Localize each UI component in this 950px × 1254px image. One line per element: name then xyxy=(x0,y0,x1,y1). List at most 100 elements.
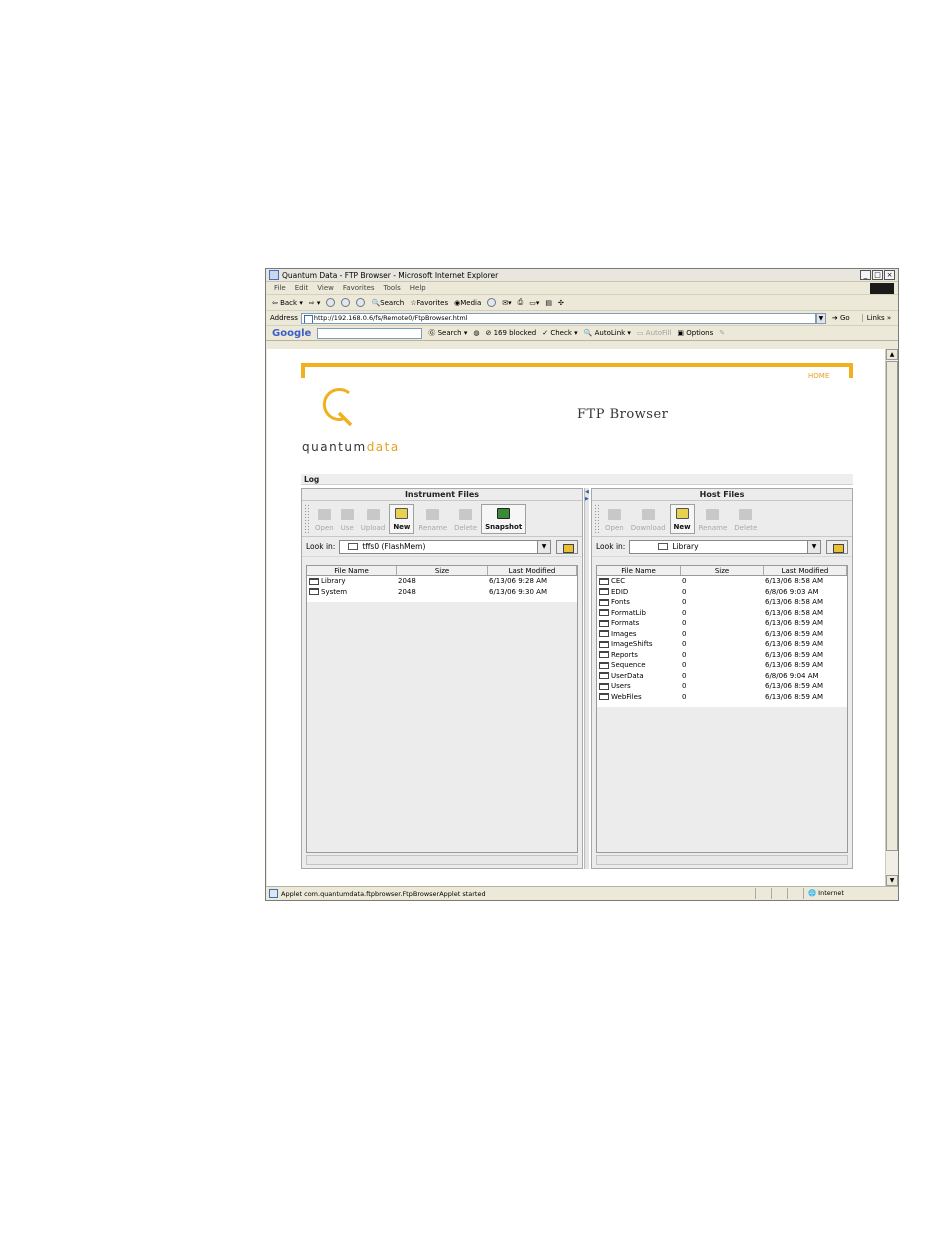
history-icon[interactable] xyxy=(487,298,497,307)
table-row[interactable]: UserData 0 6/8/06 9:04 AM xyxy=(597,671,847,682)
discuss-icon[interactable]: ▤ xyxy=(545,299,552,307)
toolbar-grip[interactable] xyxy=(304,504,309,534)
table-row[interactable]: System 2048 6/13/06 9:30 AM xyxy=(307,587,577,598)
forward-icon[interactable]: ⇨ ▾ xyxy=(309,299,321,307)
table-row[interactable]: Library 2048 6/13/06 9:28 AM xyxy=(307,576,577,587)
favorites-label: Favorites xyxy=(416,298,449,307)
pencil-icon[interactable]: ✎ xyxy=(719,329,725,337)
go-button[interactable]: ➔ Go xyxy=(832,314,850,322)
instrument-up-folder-button[interactable] xyxy=(556,539,578,554)
instrument-horizontal-scrollbar[interactable] xyxy=(306,855,578,865)
folder-icon xyxy=(309,577,319,585)
links-button[interactable]: Links » xyxy=(861,314,891,322)
media-button[interactable]: ◉Media xyxy=(454,299,481,307)
host-open-button[interactable]: Open xyxy=(602,504,627,534)
scroll-up-icon[interactable]: ▲ xyxy=(886,349,898,360)
spell-check-button[interactable]: ✓ Check ▾ xyxy=(542,329,577,337)
instrument-look-in-select[interactable]: tffs0 (FlashMem) ▼ xyxy=(339,539,551,554)
instrument-use-button[interactable]: Use xyxy=(338,504,357,534)
col-file-name[interactable]: File Name xyxy=(597,566,681,575)
close-button[interactable]: × xyxy=(884,270,895,280)
scroll-down-icon[interactable]: ▼ xyxy=(886,875,898,886)
refresh-icon[interactable] xyxy=(341,298,351,307)
host-download-button[interactable]: Download xyxy=(628,504,669,534)
table-row[interactable]: Formats 0 6/13/06 8:59 AM xyxy=(597,618,847,629)
file-name-cell: Users xyxy=(597,682,681,690)
table-row[interactable]: Fonts 0 6/13/06 8:58 AM xyxy=(597,597,847,608)
file-name-cell: CEC xyxy=(597,577,681,585)
table-row[interactable]: Users 0 6/13/06 8:59 AM xyxy=(597,681,847,692)
page-vertical-scrollbar[interactable]: ▲ ▼ xyxy=(885,349,898,886)
menu-help[interactable]: Help xyxy=(410,284,426,292)
chevron-down-icon[interactable]: ▼ xyxy=(537,540,550,553)
folder-icon xyxy=(599,619,609,627)
google-logo[interactable]: Google xyxy=(272,328,311,339)
instrument-delete-button[interactable]: Delete xyxy=(451,504,480,534)
col-size[interactable]: Size xyxy=(681,566,764,575)
media-label: Media xyxy=(460,298,482,307)
check-label: Check xyxy=(550,329,572,337)
instrument-upload-button[interactable]: Upload xyxy=(358,504,389,534)
popup-blocker-button[interactable]: ⊘ 169 blocked xyxy=(485,329,536,337)
host-look-in-label: Look in: xyxy=(596,542,626,551)
arrow-right-icon[interactable]: ▶ xyxy=(585,497,589,502)
table-row[interactable]: Reports 0 6/13/06 8:59 AM xyxy=(597,650,847,661)
host-up-folder-button[interactable] xyxy=(826,539,848,554)
instrument-snapshot-button[interactable]: Snapshot xyxy=(481,504,527,534)
instrument-rename-button[interactable]: Rename xyxy=(415,504,450,534)
address-input[interactable]: http://192.168.0.6/fs/Remote0/FtpBrowser… xyxy=(300,312,816,324)
host-delete-button[interactable]: Delete xyxy=(731,504,760,534)
messenger-icon[interactable]: ✣ xyxy=(558,299,564,307)
host-rename-button[interactable]: Rename xyxy=(696,504,731,534)
back-button[interactable]: ⇦ Back ▾ xyxy=(272,299,303,307)
mail-icon[interactable]: ✉▾ xyxy=(502,299,511,307)
table-row[interactable]: Sequence 0 6/13/06 8:59 AM xyxy=(597,660,847,671)
table-row[interactable]: CEC 0 6/13/06 8:58 AM xyxy=(597,576,847,587)
news-icon[interactable]: ◍ xyxy=(473,329,479,337)
menu-edit[interactable]: Edit xyxy=(295,284,309,292)
options-button[interactable]: ▣ Options xyxy=(677,329,713,337)
table-row[interactable]: FormatLib 0 6/13/06 8:58 AM xyxy=(597,608,847,619)
toolbar-grip[interactable] xyxy=(594,504,599,534)
google-search-button[interactable]: Ⓖ Search ▾ xyxy=(428,328,467,338)
stop-icon[interactable] xyxy=(326,298,336,307)
menu-favorites[interactable]: Favorites xyxy=(343,284,375,292)
home-link[interactable]: HOME xyxy=(808,372,829,380)
scroll-thumb[interactable] xyxy=(886,361,898,851)
col-file-name[interactable]: File Name xyxy=(307,566,397,575)
menu-file[interactable]: File xyxy=(274,284,286,292)
home-icon[interactable] xyxy=(356,298,366,307)
favorites-button[interactable]: ☆Favorites xyxy=(410,299,448,307)
file-name-cell: UserData xyxy=(597,672,681,680)
google-search-input[interactable] xyxy=(317,327,423,339)
col-last-modified[interactable]: Last Modified xyxy=(488,566,577,575)
trash-icon xyxy=(459,509,473,520)
address-dropdown-icon[interactable]: ▼ xyxy=(815,312,826,324)
table-row[interactable]: ImageShifts 0 6/13/06 8:59 AM xyxy=(597,639,847,650)
menu-tools[interactable]: Tools xyxy=(384,284,401,292)
split-divider[interactable]: ◀ ▶ xyxy=(584,488,589,869)
instrument-open-button[interactable]: Open xyxy=(312,504,337,534)
minimize-button[interactable]: _ xyxy=(860,270,871,280)
maximize-button[interactable]: □ xyxy=(872,270,883,280)
menu-view[interactable]: View xyxy=(317,284,334,292)
instrument-new-button[interactable]: New xyxy=(389,504,415,534)
print-icon[interactable]: ⎙ xyxy=(518,298,524,307)
host-new-button[interactable]: New xyxy=(669,504,695,534)
table-row[interactable]: Images 0 6/13/06 8:59 AM xyxy=(597,629,847,640)
chevron-down-icon[interactable]: ▼ xyxy=(807,540,820,553)
autolink-button[interactable]: 🔍 AutoLink ▾ xyxy=(584,329,631,337)
log-bar[interactable]: Log xyxy=(301,474,853,485)
arrow-left-icon[interactable]: ◀ xyxy=(585,490,589,495)
upload-icon xyxy=(366,509,380,520)
table-row[interactable]: WebFiles 0 6/13/06 8:59 AM xyxy=(597,692,847,703)
host-horizontal-scrollbar[interactable] xyxy=(596,855,848,865)
host-look-in-select[interactable]: Library ▼ xyxy=(629,539,821,554)
search-button[interactable]: 🔍Search xyxy=(371,299,404,307)
table-row[interactable]: EDID 0 6/8/06 9:03 AM xyxy=(597,587,847,598)
col-size[interactable]: Size xyxy=(397,566,488,575)
col-last-modified[interactable]: Last Modified xyxy=(764,566,847,575)
status-cell xyxy=(755,888,771,899)
edit-icon[interactable]: ▭▾ xyxy=(529,299,539,307)
autofill-button[interactable]: ▭ AutoFill xyxy=(637,329,671,337)
